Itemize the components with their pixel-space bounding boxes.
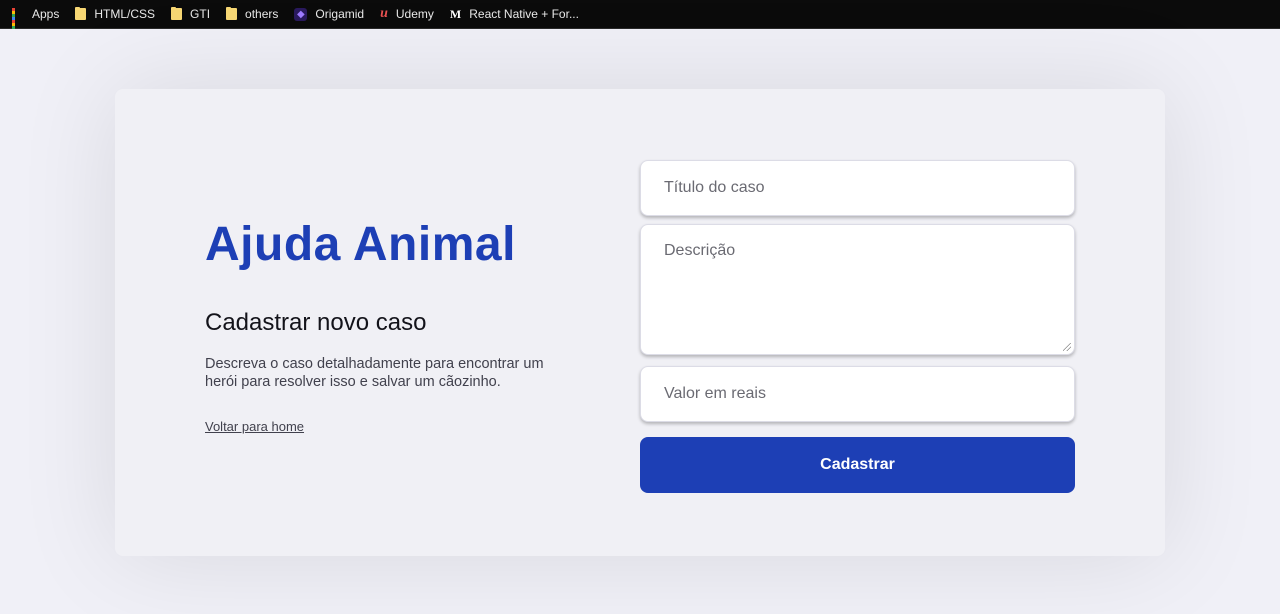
folder-icon: [75, 7, 87, 20]
bookmark-udemy[interactable]: u Udemy: [380, 6, 434, 22]
bookmark-label: Udemy: [395, 7, 434, 21]
case-value-placeholder: Valor em reais: [664, 385, 766, 402]
register-card: Ajuda Animal Cadastrar novo caso Descrev…: [115, 89, 1165, 556]
bookmark-html-css[interactable]: HTML/CSS: [75, 7, 155, 21]
new-case-form: Título do caso Descrição Valor em reais …: [640, 160, 1075, 493]
info-section: Ajuda Animal Cadastrar novo caso Descrev…: [205, 89, 565, 556]
bookmark-label: Apps: [32, 7, 60, 21]
udemy-icon: u: [380, 6, 388, 21]
bookmark-label: React Native + For...: [469, 7, 579, 21]
apps-grid-icon: [12, 8, 24, 35]
medium-icon: M: [449, 6, 462, 21]
origamid-icon: ◆: [294, 7, 308, 21]
page: Ajuda Animal Cadastrar novo caso Descrev…: [0, 29, 1280, 614]
case-description-textarea[interactable]: Descrição: [640, 224, 1075, 355]
bookmarks-bar: Apps HTML/CSS GTI others ◆ Origamid u Ud…: [0, 0, 1280, 35]
case-value-input[interactable]: Valor em reais: [640, 366, 1075, 422]
case-description-placeholder: Descrição: [664, 242, 736, 259]
bookmark-others[interactable]: others: [226, 7, 278, 21]
bookmark-label: HTML/CSS: [94, 7, 156, 21]
case-title-input[interactable]: Título do caso: [640, 160, 1075, 216]
bookmark-apps[interactable]: Apps: [12, 7, 60, 35]
bookmark-label: GTI: [190, 7, 211, 21]
bookmark-label: Origamid: [315, 7, 365, 21]
case-title-placeholder: Título do caso: [664, 179, 765, 196]
page-title: Cadastrar novo caso: [205, 309, 427, 336]
folder-icon: [226, 7, 238, 20]
resize-handle-icon[interactable]: [1063, 343, 1071, 351]
bookmark-origamid[interactable]: ◆ Origamid: [294, 7, 364, 21]
bookmark-gti[interactable]: GTI: [171, 7, 210, 21]
submit-button[interactable]: Cadastrar: [640, 437, 1075, 493]
bookmark-react-native[interactable]: M React Native + For...: [450, 7, 579, 22]
logo: Ajuda Animal: [205, 218, 516, 271]
folder-icon: [171, 7, 183, 20]
bookmark-label: others: [245, 7, 279, 21]
page-description: Descreva o caso detalhadamente para enco…: [205, 356, 544, 390]
back-home-link[interactable]: Voltar para home: [205, 419, 304, 434]
